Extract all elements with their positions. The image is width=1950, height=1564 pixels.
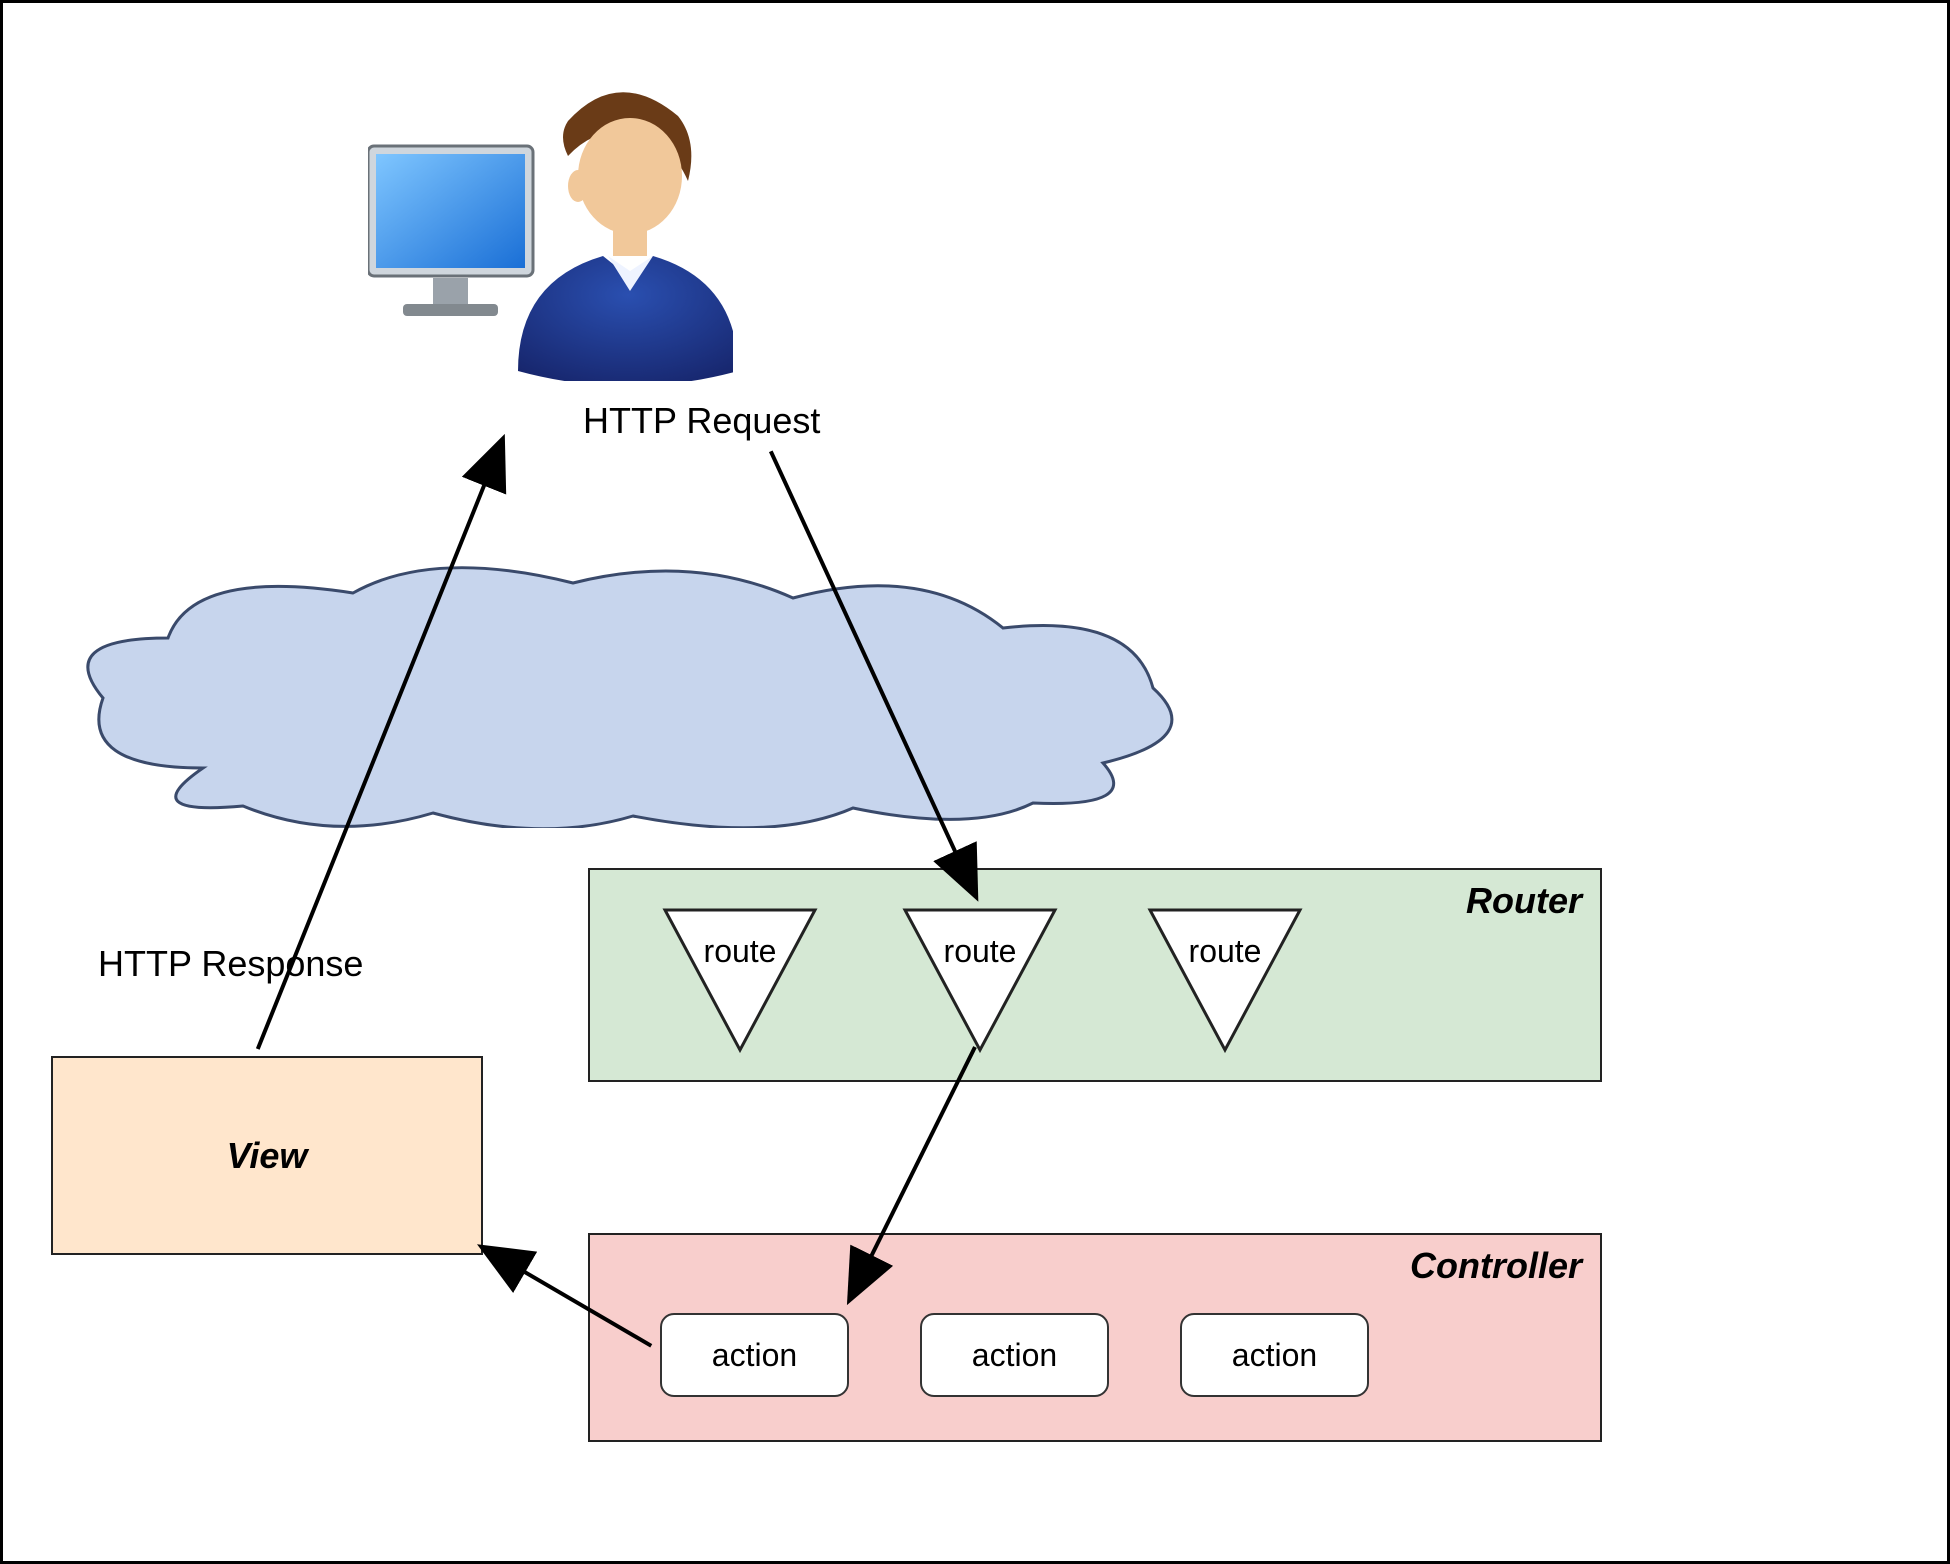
view-box: View — [51, 1056, 483, 1255]
route-label: route — [1145, 933, 1305, 970]
route-triangle: route — [660, 905, 820, 1060]
route-triangle: route — [900, 905, 1060, 1060]
action-label: action — [712, 1337, 797, 1374]
route-label: route — [900, 933, 1060, 970]
controller-title: Controller — [1410, 1245, 1582, 1287]
action-label: action — [1232, 1337, 1317, 1374]
action-label: action — [972, 1337, 1057, 1374]
action-box: action — [1180, 1313, 1369, 1397]
route-triangle: route — [1145, 905, 1305, 1060]
router-title: Router — [1466, 880, 1582, 922]
diagram-canvas: HTTP Request HTTP Response View Router r… — [0, 0, 1950, 1564]
internet-cloud-icon — [73, 558, 1193, 828]
http-response-label: HTTP Response — [98, 943, 363, 985]
controller-box: Controller action action action — [588, 1233, 1602, 1442]
action-box: action — [920, 1313, 1109, 1397]
user-computer-icon — [368, 81, 733, 381]
view-title: View — [227, 1135, 308, 1177]
http-request-label: HTTP Request — [583, 400, 820, 442]
route-label: route — [660, 933, 820, 970]
router-box: Router route route route — [588, 868, 1602, 1082]
action-box: action — [660, 1313, 849, 1397]
